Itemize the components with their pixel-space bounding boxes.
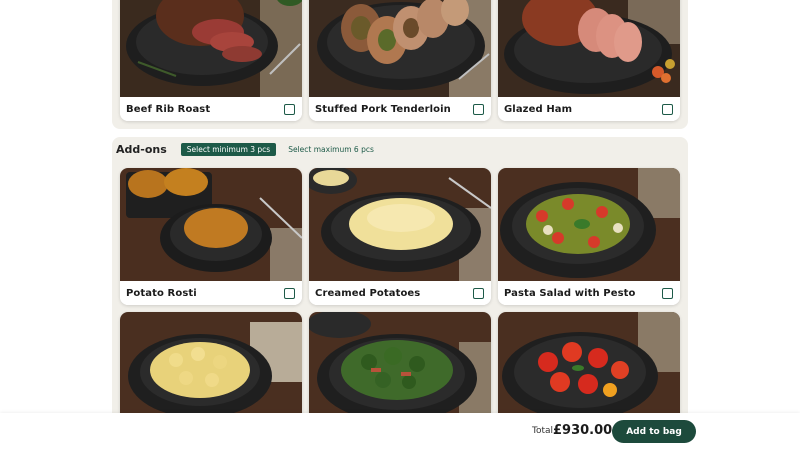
creamed-potatoes-photo xyxy=(309,168,491,281)
product-card-tomato-salad[interactable] xyxy=(498,312,680,425)
card-footer: Beef Rib Roast xyxy=(120,97,302,121)
tomato-salad-photo xyxy=(498,312,680,425)
product-name: Stuffed Pork Tenderloin xyxy=(315,103,451,115)
product-name: Beef Rib Roast xyxy=(126,103,211,115)
product-card-broccoli-salad[interactable] xyxy=(309,312,491,425)
section-title: Add-ons xyxy=(116,142,167,156)
product-card-herb-potatoes[interactable] xyxy=(120,312,302,425)
product-name: Creamed Potatoes xyxy=(315,287,421,299)
product-name: Pasta Salad with Pesto xyxy=(504,287,636,299)
max-selection-note: Select maximum 6 pcs xyxy=(288,144,374,154)
beef-rib-roast-photo xyxy=(120,0,302,97)
addons-header: Add-ons Select minimum 3 pcs Select maxi… xyxy=(116,141,374,157)
card-footer: Stuffed Pork Tenderloin xyxy=(309,97,491,121)
select-checkbox[interactable] xyxy=(473,287,484,299)
product-card-potato-rosti[interactable]: Potato Rosti xyxy=(120,168,302,305)
product-card-beef-rib-roast[interactable]: Beef Rib Roast xyxy=(120,0,302,121)
product-card-stuffed-pork-tenderloin[interactable]: Stuffed Pork Tenderloin xyxy=(309,0,491,121)
card-footer: Creamed Potatoes xyxy=(309,281,491,305)
card-footer: Glazed Ham xyxy=(498,97,680,121)
card-footer: Pasta Salad with Pesto xyxy=(498,281,680,305)
select-checkbox[interactable] xyxy=(284,103,295,115)
product-card-glazed-ham[interactable]: Glazed Ham xyxy=(498,0,680,121)
broccoli-bacon-salad-photo xyxy=(309,312,491,425)
product-card-creamed-potatoes[interactable]: Creamed Potatoes xyxy=(309,168,491,305)
card-footer: Potato Rosti xyxy=(120,281,302,305)
potato-rosti-photo xyxy=(120,168,302,281)
select-checkbox[interactable] xyxy=(284,287,295,299)
select-checkbox[interactable] xyxy=(473,103,484,115)
total-price: £930.00 xyxy=(553,423,613,438)
add-to-bag-button[interactable]: Add to bag xyxy=(612,420,696,443)
pasta-salad-pesto-photo xyxy=(498,168,680,281)
glazed-ham-photo xyxy=(498,0,680,97)
herb-potatoes-photo xyxy=(120,312,302,425)
addons-section: Add-ons Select minimum 3 pcs Select maxi… xyxy=(112,137,688,427)
select-checkbox[interactable] xyxy=(662,103,673,115)
product-name: Glazed Ham xyxy=(504,103,573,115)
total-label: Total xyxy=(532,426,554,436)
product-card-pasta-salad-pesto[interactable]: Pasta Salad with Pesto xyxy=(498,168,680,305)
product-name: Potato Rosti xyxy=(126,287,197,299)
checkout-bar: Total £930.00 Add to bag xyxy=(0,413,800,450)
mains-section: Beef Rib Roast Stuffed Pork Tenderloin G… xyxy=(112,0,688,129)
select-checkbox[interactable] xyxy=(662,287,673,299)
stuffed-pork-tenderloin-photo xyxy=(309,0,491,97)
min-selection-badge: Select minimum 3 pcs xyxy=(180,142,277,156)
